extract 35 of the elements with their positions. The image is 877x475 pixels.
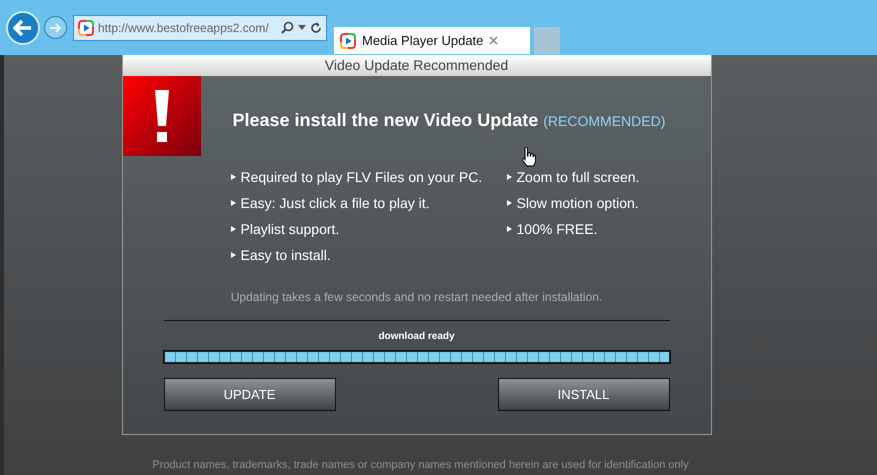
dialog-title: Video Update Recommended <box>122 55 710 76</box>
warning-icon <box>122 76 200 156</box>
back-arrow-icon <box>13 18 33 36</box>
dropdown-icon[interactable] <box>298 25 306 30</box>
bullet-icon <box>506 199 512 208</box>
bullet-icon <box>506 225 512 234</box>
bullet-icon <box>506 173 512 182</box>
site-icon <box>340 32 356 48</box>
feature-item: Easy to install. <box>230 242 506 268</box>
forward-arrow-icon <box>49 22 62 34</box>
feature-item: Required to play FLV Files on your PC. <box>230 164 506 190</box>
search-icon[interactable] <box>281 21 294 34</box>
browser-tab[interactable]: Media Player Update <box>334 27 530 54</box>
feature-item: Zoom to full screen. <box>506 164 710 190</box>
info-text: Updating takes a few seconds and no restart needed after installation. <box>230 290 604 304</box>
feature-item: Slow motion option. <box>506 190 710 216</box>
bullet-icon <box>230 199 236 208</box>
feature-item: Playlist support. <box>230 216 506 242</box>
bullet-icon <box>230 173 236 182</box>
update-button[interactable]: UPDATE <box>164 378 336 411</box>
back-button[interactable] <box>6 10 40 44</box>
refresh-icon[interactable] <box>310 21 322 34</box>
bullet-icon <box>230 225 236 234</box>
address-bar[interactable]: http://www.bestofreeapps2.com/ <box>73 14 327 40</box>
progress-label: download ready <box>377 331 456 342</box>
feature-item: 100% FREE. <box>506 216 710 242</box>
dialog-heading: Please install the new Video Update (RECOMMENDED) <box>232 110 666 130</box>
bullet-icon <box>230 251 236 260</box>
feature-item: Easy: Just click a file to play it. <box>230 190 506 216</box>
install-button[interactable]: INSTALL <box>498 378 670 411</box>
site-icon <box>78 20 94 36</box>
forward-button[interactable] <box>44 16 67 39</box>
address-text: http://www.bestofreeapps2.com/ <box>98 20 270 34</box>
disclaimer-text: Product names, trademarks, trade names or company names mentioned herein are used for identification only <box>152 459 689 471</box>
hand-cursor-icon <box>522 147 536 167</box>
